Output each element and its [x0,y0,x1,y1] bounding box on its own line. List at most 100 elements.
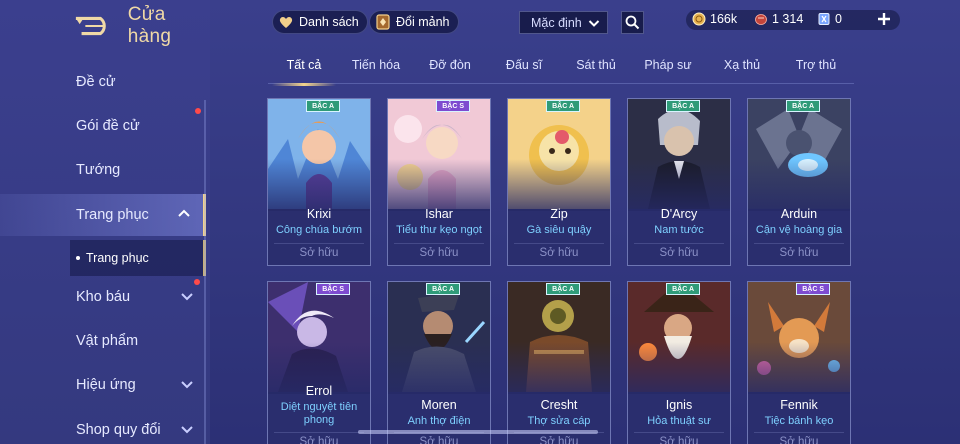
exchange-shards-button[interactable]: Đổi mảnh [369,10,459,34]
list-button-label: Danh sách [299,15,359,29]
tab-label: Pháp sư [644,58,692,72]
chevron-down-icon [181,293,193,301]
skin-card-krixi[interactable]: BẬC A Krixi Công chúa bướm Sở hữu [267,98,371,266]
sidebar-subitem-label: Trang phục [86,251,149,265]
plus-icon[interactable] [876,11,892,27]
tier-badge: BẬC A [546,283,580,295]
sidebar-item-label: Vật phẩm [76,333,139,349]
sidebar: Cửa hàng Đề cử Gói đề cử Tướng Trang phụ… [0,0,210,444]
tab-marksman[interactable]: Xạ thủ [714,58,770,84]
owned-status: Sở hữu [754,432,844,444]
tier-badge: BẬC S [316,283,350,295]
sidebar-item-label: Kho báu [76,289,131,305]
notification-dot [194,279,200,285]
skin-card-fennik[interactable]: BẬC S Fennik Tiệc bánh kẹo Sở hữu [747,281,851,444]
hero-name: Fennik [780,398,818,412]
skin-name: Hỏa thuật sư [647,415,711,427]
owned-status: Sở hữu [514,243,604,259]
search-button[interactable] [621,11,644,34]
tab-all[interactable]: Tất cả [272,58,336,86]
skin-name: Cận vệ hoàng gia [755,224,843,236]
owned-status: Sở hữu [274,432,364,444]
tab-label: Xạ thủ [723,58,761,72]
hero-name: Arduin [780,207,818,221]
red-gem-icon [755,14,767,25]
tier-badge: BẬC A [666,100,700,112]
shop-header: Cửa hàng [74,4,210,47]
hero-name: Moren [421,398,457,412]
home-indicator [358,430,598,434]
owned-status: Sở hữu [754,243,844,259]
sidebar-item-label: Hiệu ứng [76,377,136,393]
owned-status: Sở hữu [394,243,484,259]
skin-name: Gà siêu quậy [526,224,592,236]
tab-label: Tất cả [286,58,322,72]
hero-name: Krixi [306,207,332,221]
skin-card-errol[interactable]: BẬC S Errol Diệt nguyệt tiên phong Sở hữ… [267,281,371,444]
skin-name: Công chúa bướm [275,224,363,236]
sidebar-item-recommended[interactable]: Đề cử [0,62,206,102]
sort-value: Mặc định [531,15,582,30]
sidebar-item-label: Đề cử [76,74,116,90]
skin-card-ishar[interactable]: BẬC S Ishar Tiểu thư kẹo ngọt Sở hữu [387,98,491,266]
list-button[interactable]: Danh sách [272,10,368,34]
sort-dropdown[interactable]: Mặc định [519,11,608,34]
sidebar-item-items[interactable]: Vật phẩm [0,321,206,361]
tab-assassin[interactable]: Sát thủ [568,58,624,84]
back-logo-icon[interactable] [74,14,114,38]
sidebar-item-exchange-shop[interactable]: Shop quy đổi [0,410,206,444]
skin-card-zip[interactable]: BẬC A Zip Gà siêu quậy Sở hữu [507,98,611,266]
tab-fighter[interactable]: Đấu sĩ [496,58,552,84]
tab-label: Sát thủ [576,58,616,72]
card-shade [508,342,610,402]
owned-status: Sở hữu [274,243,364,259]
skin-name: Thợ sửa cáp [527,415,591,427]
skin-card-cresht[interactable]: BẬC A Cresht Thợ sửa cáp Sở hữu [507,281,611,444]
skin-card-arduin[interactable]: BẬC A Arduin Cận vệ hoàng gia Sở hữu [747,98,851,266]
active-tab-indicator [272,83,336,86]
sidebar-item-label: Shop quy đổi [76,422,161,438]
hero-name: Errol [305,384,333,398]
card-shade [748,342,850,402]
notification-dot [195,108,201,114]
chevron-up-icon [178,209,190,217]
voucher-balance: 0 [817,12,842,26]
hero-name: Ignis [665,398,693,412]
skin-card-moren[interactable]: BẬC A Moren Anh thợ điện Sở hữu [387,281,491,444]
heart-icon [279,17,293,28]
gold-coin-icon [692,12,706,26]
shard-card-icon [376,14,390,30]
gem-value: 1 314 [772,12,804,26]
card-shade [628,342,730,402]
tier-badge: BẬC A [666,283,700,295]
tab-mage[interactable]: Pháp sư [638,58,698,84]
sidebar-item-recommended-packs[interactable]: Gói đề cử [0,106,206,146]
sidebar-scrollbar[interactable] [204,100,206,444]
tab-tank[interactable]: Đỡ đòn [420,58,480,84]
skin-name: Tiểu thư kẹo ngọt [396,224,482,236]
sidebar-item-heroes[interactable]: Tướng [0,150,206,190]
hero-name: Ishar [425,207,453,221]
tab-support[interactable]: Trợ thủ [788,58,844,84]
exchange-button-label: Đổi mảnh [396,15,450,29]
page-title: Cửa hàng [127,4,172,47]
sidebar-subitem-skins[interactable]: Trang phục [70,240,206,276]
skin-card-ignis[interactable]: BẬC A Ignis Hỏa thuật sư Sở hữu [627,281,731,444]
hero-name: D'Arcy [660,207,698,221]
tab-label: Trợ thủ [795,58,837,72]
card-shade [388,342,490,402]
tier-badge: BẬC A [786,100,820,112]
owned-status: Sở hữu [634,432,724,444]
bullet-icon [76,256,80,260]
voucher-value: 0 [835,12,842,26]
skin-card-darcy[interactable]: BẬC A D'Arcy Nam tước Sở hữu [627,98,731,266]
tab-label: Đỡ đòn [429,58,471,72]
chevron-down-icon [181,381,193,389]
tab-evolution[interactable]: Tiến hóa [346,58,406,84]
sidebar-item-skins[interactable]: Trang phục [0,194,206,236]
sidebar-item-label: Trang phục [76,207,149,223]
sidebar-item-effects[interactable]: Hiệu ứng [0,365,206,405]
gem-balance: 1 314 [754,12,803,26]
sidebar-item-treasure[interactable]: Kho báu [0,277,206,317]
search-icon [625,15,640,30]
